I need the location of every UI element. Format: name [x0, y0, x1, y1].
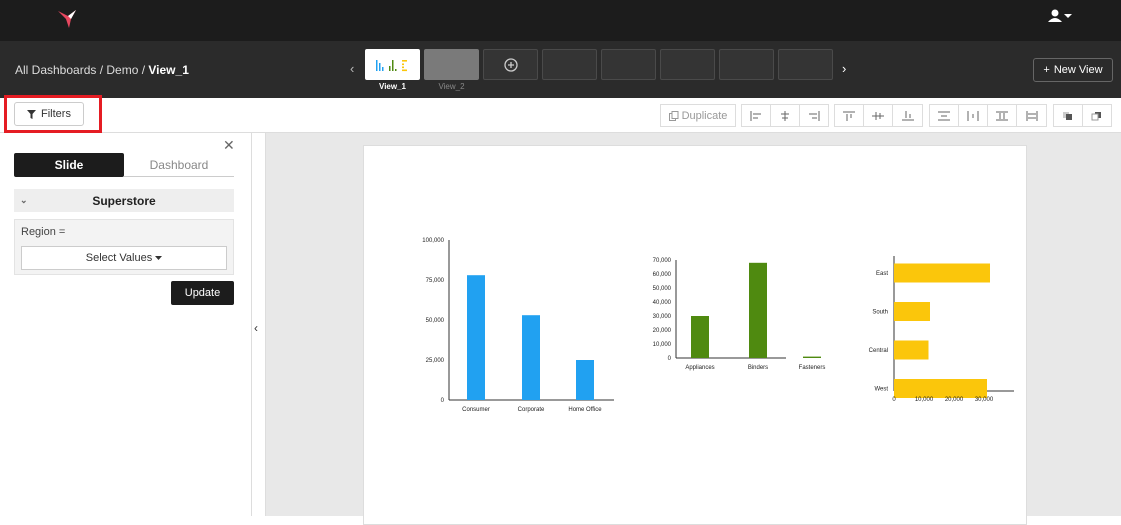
- align-middle-icon[interactable]: [863, 104, 893, 127]
- align-center-icon[interactable]: [770, 104, 800, 127]
- segment-chart-bar: [522, 315, 540, 400]
- region-chart-bar: [894, 302, 930, 321]
- segment-chart-x-tick-label: Corporate: [518, 407, 545, 413]
- region-chart-x-tick-label: 10,000: [915, 397, 934, 403]
- subcategory-chart-y-tick-label: 50,000: [653, 286, 672, 292]
- user-icon: [1048, 9, 1062, 22]
- empty-view-slot: [660, 49, 715, 80]
- subcategory-chart-y-tick-label: 70,000: [653, 258, 672, 264]
- chevron-left-icon[interactable]: ‹: [350, 61, 354, 76]
- segment-chart-x-tick-label: Consumer: [462, 407, 490, 413]
- empty-view-slot: [542, 49, 597, 80]
- filters-sidebar: ✕ Slide Dashboard ⌄ Superstore Region = …: [0, 133, 252, 516]
- charts-svg: 0 25,000 50,000 75,000 100,000 Consumer Corpor…: [422, 238, 1014, 413]
- segment-chart-y-tick-label: 0: [441, 398, 445, 404]
- mini-chart-icon: [376, 60, 407, 72]
- subcategory-chart-x-tick-label: Appliances: [685, 365, 714, 371]
- select-placeholder: Select Values: [85, 252, 153, 264]
- segment-chart-y-tick-label: 100,000: [422, 238, 444, 244]
- toolbar: Filters Duplicate: [0, 95, 1121, 133]
- subcategory-chart-bar: [749, 262, 767, 358]
- plus-icon: +: [1043, 64, 1050, 76]
- region-chart-x-tick-label: 30,000: [975, 397, 994, 403]
- region-chart-y-tick-label: West: [874, 387, 888, 393]
- segment-chart-y-tick-label: 25,000: [426, 358, 445, 364]
- subcategory-chart-y-tick-label: 0: [668, 356, 672, 362]
- space-vertical-icon[interactable]: [987, 104, 1017, 127]
- duplicate-button[interactable]: Duplicate: [660, 104, 736, 127]
- align-bottom-icon[interactable]: [892, 104, 923, 127]
- view-tab-label[interactable]: View_2: [424, 82, 479, 91]
- align-top-icon[interactable]: [834, 104, 864, 127]
- align-right-icon[interactable]: [799, 104, 829, 127]
- distribute-horizontal-icon[interactable]: [958, 104, 988, 127]
- subcategory-chart-x-tick-label: Fasteners: [799, 365, 826, 371]
- subcategory-chart-y-tick-label: 60,000: [653, 272, 672, 278]
- caret-down-icon: [155, 255, 163, 260]
- tab-slide[interactable]: Slide: [14, 153, 124, 177]
- empty-view-slot: [719, 49, 774, 80]
- distribute-vertical-icon[interactable]: [929, 104, 959, 127]
- segment-chart-x-tick-label: Home Office: [568, 407, 602, 413]
- user-menu[interactable]: [1048, 9, 1072, 22]
- chevron-left-icon: ‹: [254, 321, 258, 335]
- view-tab-label[interactable]: View_1: [365, 82, 420, 91]
- subcategory-chart-bar: [691, 316, 709, 358]
- collapse-handle[interactable]: ‹: [252, 133, 266, 516]
- slide-canvas: 0 25,000 50,000 75,000 100,000 Consumer Corpor…: [266, 133, 1121, 525]
- subcategory-chart-y-tick-label: 30,000: [653, 314, 672, 320]
- region-chart-x-tick-label: 20,000: [945, 397, 964, 403]
- region-chart-bar: [894, 379, 987, 398]
- region-chart-bar: [894, 263, 990, 283]
- datasource-section[interactable]: ⌄ Superstore: [14, 189, 234, 212]
- update-button[interactable]: Update: [171, 281, 234, 305]
- align-left-icon[interactable]: [741, 104, 771, 127]
- view-thumb-2[interactable]: [424, 49, 479, 80]
- slide: 0 25,000 50,000 75,000 100,000 Consumer Corpor…: [363, 145, 1027, 525]
- region-chart-y-tick-label: Central: [869, 348, 888, 354]
- subcategory-chart-y-tick-label: 40,000: [653, 300, 672, 306]
- subcategory-chart-y-tick-label: 10,000: [653, 342, 672, 348]
- copy-icon: [668, 110, 679, 121]
- duplicate-label: Duplicate: [681, 109, 728, 122]
- subcategory-chart-y-tick-label: 20,000: [653, 328, 672, 334]
- new-view-label: New View: [1053, 64, 1103, 76]
- space-horizontal-icon[interactable]: [1016, 104, 1047, 127]
- top-bar: [0, 0, 1121, 41]
- region-chart-bar: [894, 340, 929, 360]
- filters-button[interactable]: Filters: [14, 102, 84, 126]
- view-thumb-1[interactable]: [365, 49, 420, 80]
- filters-label: Filters: [41, 108, 71, 120]
- send-back-icon[interactable]: [1082, 104, 1112, 127]
- region-filter: Region = Select Values: [14, 219, 234, 275]
- view-bar: All Dashboards / Demo / View_1 ‹ View_1 …: [0, 41, 1121, 98]
- segment-chart-y-tick-label: 50,000: [426, 318, 445, 324]
- select-values-dropdown[interactable]: Select Values: [21, 246, 227, 270]
- caret-down-icon: [1064, 13, 1072, 18]
- bring-front-icon[interactable]: [1053, 104, 1083, 127]
- breadcrumb: All Dashboards / Demo / View_1: [15, 63, 189, 77]
- chevron-down-icon: ⌄: [20, 195, 28, 205]
- close-icon[interactable]: ✕: [223, 137, 235, 154]
- tab-dashboard[interactable]: Dashboard: [124, 153, 234, 177]
- empty-view-slot: [778, 49, 833, 80]
- chevron-right-icon[interactable]: ›: [842, 61, 846, 76]
- new-view-button[interactable]: + New View: [1033, 58, 1113, 82]
- region-chart-y-tick-label: South: [872, 310, 888, 316]
- segment-chart-bar: [576, 360, 594, 400]
- segment-chart-bar: [467, 275, 485, 400]
- empty-view-slot: [601, 49, 656, 80]
- subcategory-chart-x-tick-label: Binders: [748, 365, 768, 371]
- filter-icon: [27, 109, 37, 119]
- segment-chart-y-tick-label: 75,000: [426, 278, 445, 284]
- breadcrumb-path[interactable]: All Dashboards / Demo /: [15, 63, 148, 77]
- breadcrumb-current: View_1: [148, 63, 189, 77]
- hummingbird-logo[interactable]: [56, 7, 80, 31]
- filter-label: Region =: [21, 226, 66, 238]
- subcategory-chart-bar: [803, 356, 821, 358]
- plus-circle-icon: [503, 57, 518, 72]
- section-title: Superstore: [92, 193, 156, 208]
- add-view-thumb[interactable]: [483, 49, 538, 80]
- region-chart-y-tick-label: East: [876, 271, 888, 277]
